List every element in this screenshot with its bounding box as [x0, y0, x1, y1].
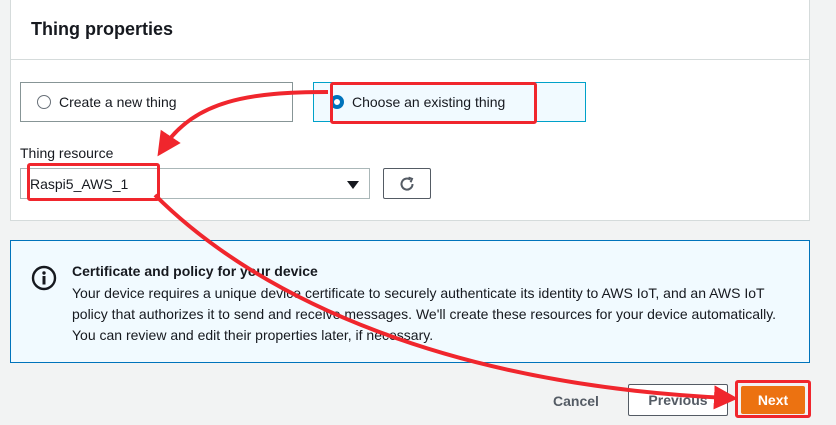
caret-down-icon — [347, 181, 359, 189]
previous-button[interactable]: Previous — [628, 384, 728, 416]
next-button[interactable]: Next — [741, 386, 805, 414]
radio-choose-existing-thing[interactable] — [330, 95, 344, 109]
info-alert: Certificate and policy for your device Y… — [10, 240, 810, 363]
create-new-thing-label: Create a new thing — [59, 94, 177, 110]
create-new-thing-option[interactable]: Create a new thing — [20, 82, 293, 122]
panel-header: Thing properties — [11, 0, 809, 60]
panel-title: Thing properties — [31, 19, 174, 39]
info-title: Certificate and policy for your device — [72, 263, 318, 279]
radio-create-new-thing[interactable] — [37, 95, 51, 109]
refresh-icon — [400, 176, 414, 191]
info-text: Your device requires a unique device cer… — [72, 285, 777, 343]
choose-existing-thing-option[interactable]: Choose an existing thing — [313, 82, 586, 122]
thing-resource-value: Raspi5_AWS_1 — [30, 175, 129, 192]
choose-existing-thing-label: Choose an existing thing — [352, 94, 506, 110]
refresh-button[interactable] — [383, 168, 431, 199]
thing-resource-label: Thing resource — [20, 145, 114, 161]
info-circle-icon — [31, 265, 57, 291]
cancel-button[interactable]: Cancel — [540, 386, 612, 416]
thing-resource-select[interactable]: Raspi5_AWS_1 — [20, 168, 370, 199]
